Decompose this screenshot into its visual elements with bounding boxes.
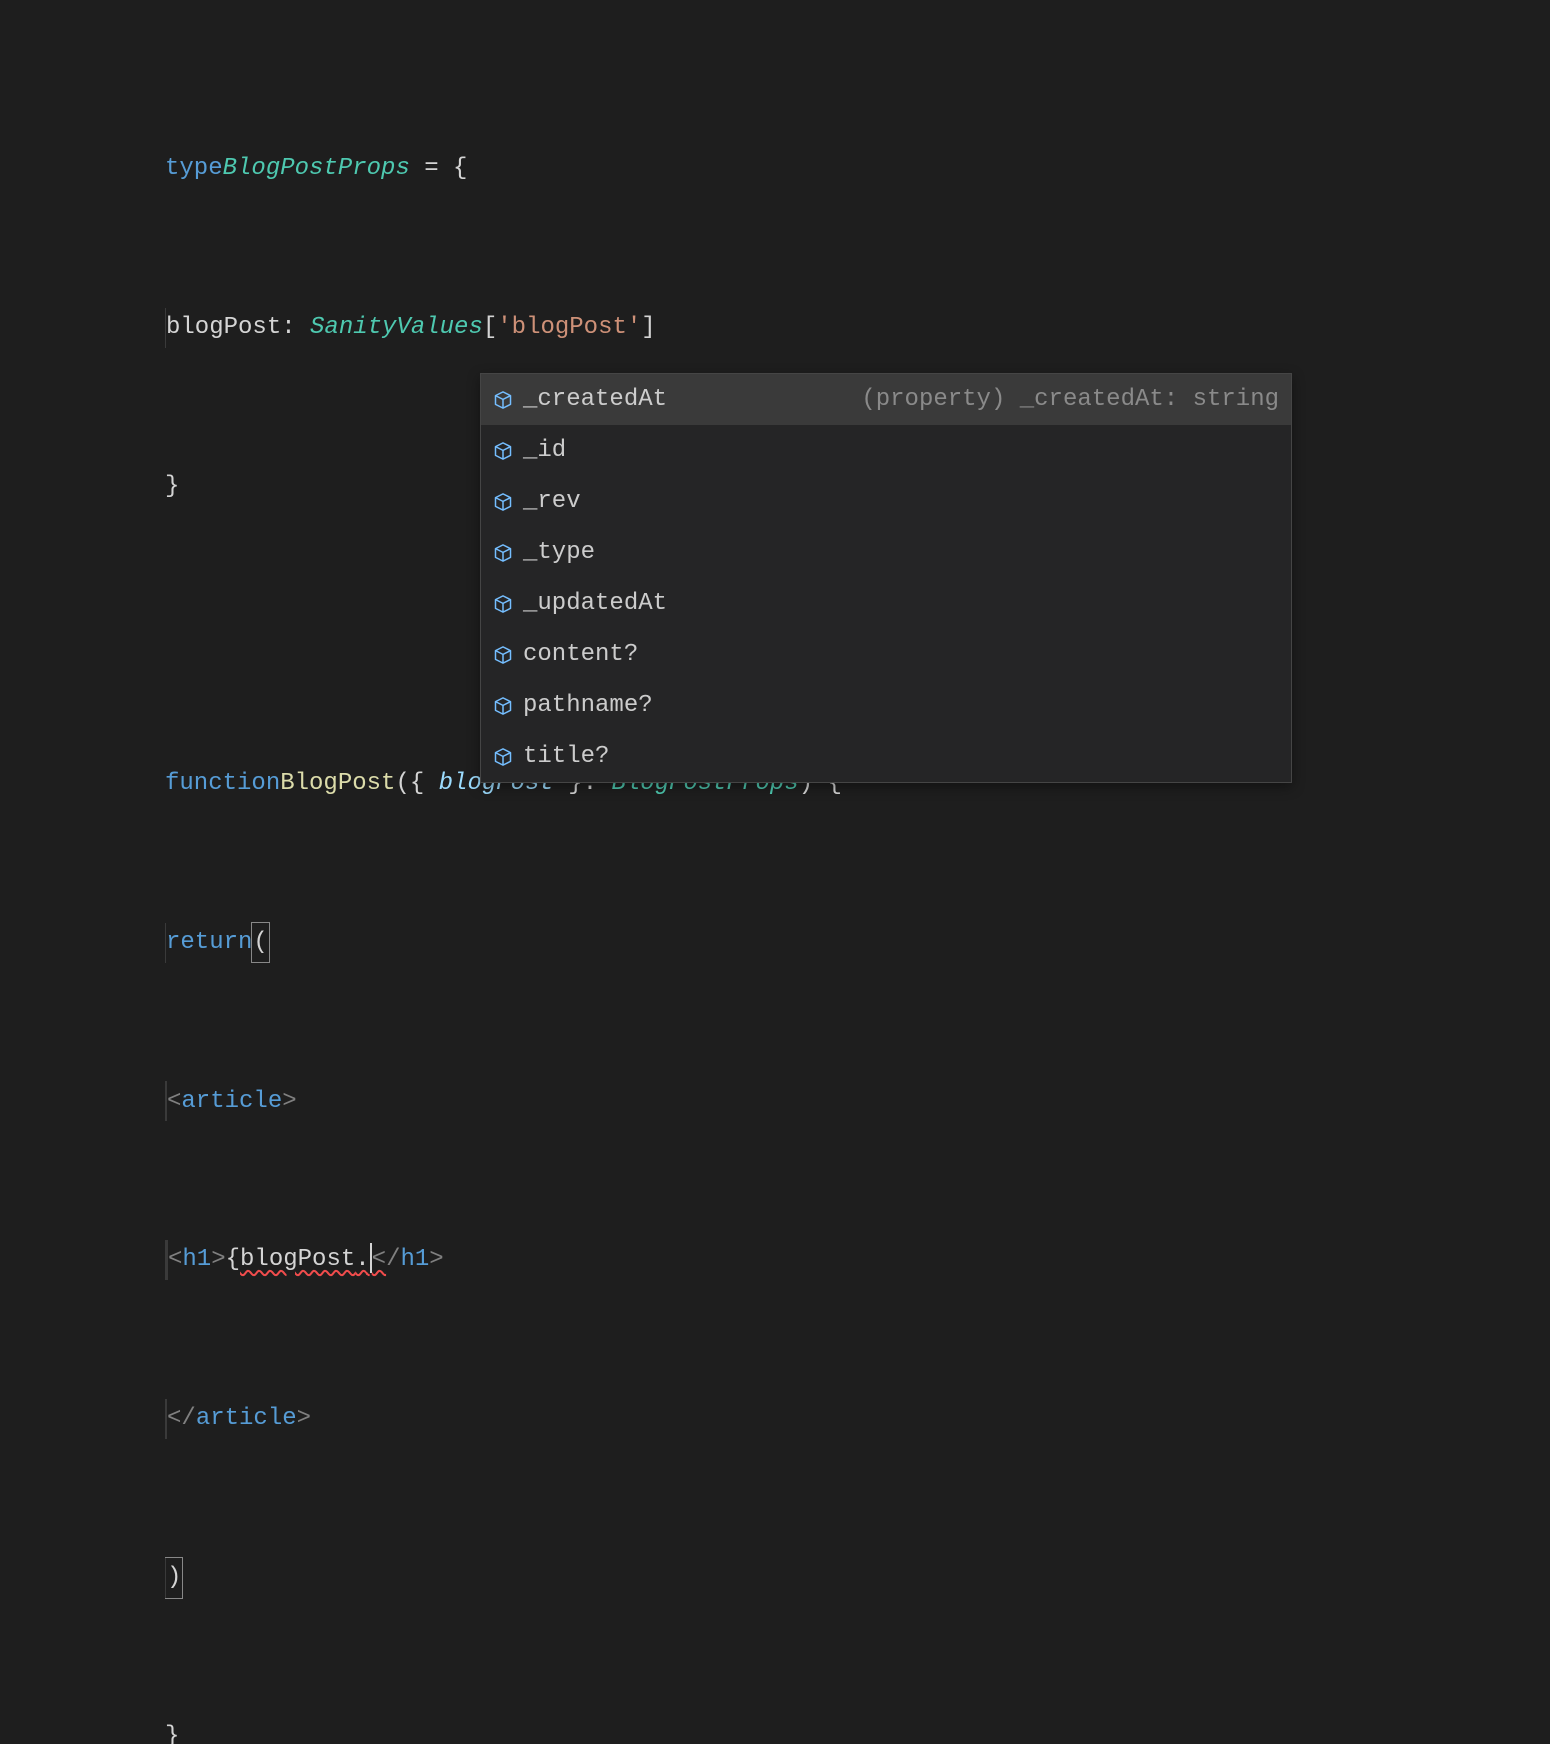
autocomplete-item[interactable]: pathname? [481, 680, 1291, 731]
expression-error: < [372, 1240, 386, 1280]
code-line[interactable]: return ( [165, 923, 1550, 963]
matched-bracket: ) [165, 1557, 183, 1599]
code-line[interactable]: type BlogPostProps = { [165, 149, 1550, 189]
punct: } [165, 467, 179, 507]
punct: : [281, 308, 310, 348]
expression-error: blogPost. [240, 1240, 370, 1280]
tag-bracket: < [168, 1240, 182, 1280]
tag-bracket: < [372, 1246, 386, 1273]
autocomplete-item[interactable]: _updatedAt [481, 578, 1291, 629]
autocomplete-detail: (property) _createdAt: string [861, 380, 1279, 420]
matched-bracket: ( [251, 922, 269, 964]
autocomplete-label: _type [523, 533, 595, 573]
keyword-type: type [165, 149, 223, 189]
autocomplete-label: _id [523, 431, 566, 471]
tag-slash: / [181, 1399, 195, 1439]
field-icon [493, 441, 513, 461]
autocomplete-item[interactable]: _id [481, 425, 1291, 476]
autocomplete-item[interactable]: _type [481, 527, 1291, 578]
autocomplete-item[interactable]: content? [481, 629, 1291, 680]
field-icon [493, 696, 513, 716]
jsx-tag: article [181, 1082, 282, 1122]
code-line[interactable]: <article> [165, 1081, 1550, 1121]
jsx-tag: h1 [182, 1240, 211, 1280]
keyword-function: function [165, 764, 280, 804]
code-line[interactable]: } [165, 1717, 1550, 1744]
tag-bracket: > [297, 1399, 311, 1439]
autocomplete-label: content? [523, 635, 638, 675]
code-editor[interactable]: type BlogPostProps = { blogPost: SanityV… [0, 0, 1550, 1744]
field-icon [493, 543, 513, 563]
type-name: BlogPostProps [223, 149, 410, 189]
punct: [ [483, 308, 497, 348]
field-icon [493, 492, 513, 512]
punct: ] [641, 308, 655, 348]
type-ref: SanityValues [310, 308, 483, 348]
jsx-tag: h1 [400, 1240, 429, 1280]
code-line[interactable]: </article> [165, 1399, 1550, 1439]
field-icon [493, 645, 513, 665]
autocomplete-label: _rev [523, 482, 581, 522]
autocomplete-item[interactable]: _rev [481, 476, 1291, 527]
tag-bracket: > [282, 1082, 296, 1122]
code-line[interactable]: <h1>{blogPost.</h1> [165, 1240, 1550, 1280]
autocomplete-label: pathname? [523, 686, 653, 726]
punct: } [165, 1717, 179, 1744]
tag-bracket: < [167, 1399, 181, 1439]
tag-bracket: < [167, 1082, 181, 1122]
punct: { [410, 764, 439, 804]
field-icon [493, 390, 513, 410]
tag-bracket: > [211, 1240, 225, 1280]
punct: = { [410, 149, 468, 189]
field-icon [493, 747, 513, 767]
field-icon [493, 594, 513, 614]
property-name: blogPost [166, 308, 281, 348]
punct: ( [395, 764, 409, 804]
tag-bracket: > [429, 1240, 443, 1280]
autocomplete-item[interactable]: title? [481, 731, 1291, 782]
autocomplete-label: _createdAt [523, 380, 667, 420]
keyword-return: return [166, 923, 252, 963]
code-line[interactable]: ) [165, 1558, 1550, 1598]
autocomplete-popup[interactable]: _createdAt(property) _createdAt: string_… [480, 373, 1292, 783]
code-line[interactable]: blogPost: SanityValues['blogPost'] [165, 308, 1550, 348]
jsx-tag: article [196, 1399, 297, 1439]
tag-slash: / [386, 1240, 400, 1280]
string-literal: 'blogPost' [497, 308, 641, 348]
autocomplete-label: _updatedAt [523, 584, 667, 624]
jsx-brace: { [226, 1240, 240, 1280]
text-cursor [370, 1243, 372, 1273]
function-name: BlogPost [280, 764, 395, 804]
autocomplete-label: title? [523, 737, 609, 777]
autocomplete-item[interactable]: _createdAt (property) _createdAt: string [481, 374, 1291, 425]
